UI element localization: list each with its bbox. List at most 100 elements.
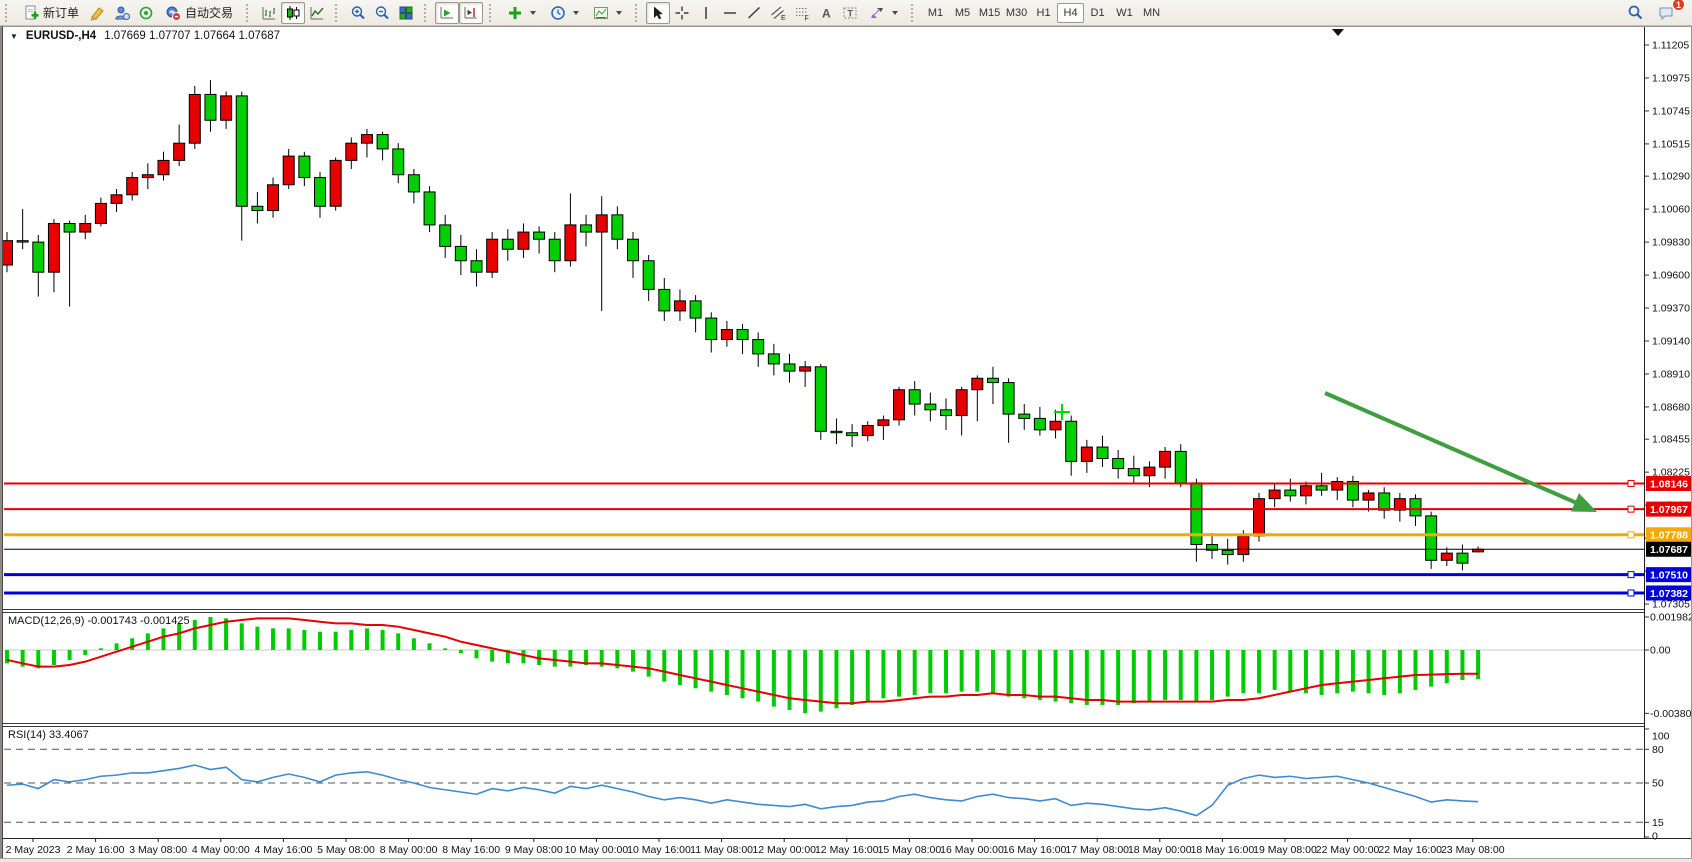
svg-text:1.07967: 1.07967 bbox=[1650, 504, 1688, 516]
vertical-line-icon bbox=[698, 5, 714, 21]
toolbar-group-drawing-tools: E F A T bbox=[633, 0, 909, 26]
cursor-button[interactable] bbox=[646, 2, 670, 24]
chart-ohlc-values: 1.07669 1.07707 1.07664 1.07687 bbox=[104, 30, 280, 42]
svg-text:2 May 16:00: 2 May 16:00 bbox=[67, 844, 125, 856]
text-icon: A bbox=[818, 5, 834, 21]
equidistant-channel-button[interactable]: E bbox=[766, 2, 790, 24]
autotrade-icon bbox=[165, 5, 181, 21]
timeframe-w1-button[interactable]: W1 bbox=[1111, 3, 1138, 23]
svg-text:15: 15 bbox=[1652, 817, 1664, 829]
timeframe-m30-button[interactable]: M30 bbox=[1003, 3, 1030, 23]
panel-separator-rsi[interactable] bbox=[3, 723, 1644, 727]
svg-text:0.001982: 0.001982 bbox=[1650, 611, 1692, 623]
svg-text:1.07510: 1.07510 bbox=[1650, 569, 1688, 581]
crayon-icon bbox=[90, 5, 106, 21]
highlighter-button[interactable] bbox=[86, 2, 110, 24]
news-button[interactable] bbox=[134, 2, 158, 24]
toolbar-group-chart-types bbox=[244, 0, 333, 26]
candlestick-chart-button[interactable] bbox=[281, 2, 305, 24]
fibonacci-button[interactable]: F bbox=[790, 2, 814, 24]
periods-dropdown-arrow[interactable] bbox=[573, 11, 579, 15]
timeframe-h4-button[interactable]: H4 bbox=[1057, 3, 1084, 23]
new-order-button[interactable]: 新订单 bbox=[16, 2, 86, 24]
svg-text:F: F bbox=[805, 15, 809, 21]
toolbar-group-insert bbox=[487, 0, 633, 26]
notifications-button[interactable]: 1 bbox=[1655, 2, 1679, 24]
line-chart-icon bbox=[309, 5, 325, 21]
new-order-icon bbox=[23, 5, 39, 21]
svg-text:50: 50 bbox=[1652, 778, 1664, 790]
svg-text:4 May 16:00: 4 May 16:00 bbox=[255, 844, 313, 856]
clock-icon bbox=[550, 5, 566, 21]
svg-text:3 May 08:00: 3 May 08:00 bbox=[129, 844, 187, 856]
svg-text:E: E bbox=[781, 15, 786, 21]
panel-separator-macd[interactable] bbox=[3, 609, 1644, 613]
auto-scroll-icon bbox=[439, 5, 455, 21]
templates-icon bbox=[593, 5, 609, 21]
svg-text:8 May 16:00: 8 May 16:00 bbox=[442, 844, 500, 856]
svg-text:1.10060: 1.10060 bbox=[1652, 204, 1690, 216]
svg-text:-0.003804: -0.003804 bbox=[1650, 708, 1692, 720]
timeframe-mn-button[interactable]: MN bbox=[1138, 3, 1165, 23]
timeframe-h1-button[interactable]: H1 bbox=[1030, 3, 1057, 23]
vertical-line-button[interactable] bbox=[694, 2, 718, 24]
svg-text:A: A bbox=[822, 6, 831, 20]
new-order-label: 新订单 bbox=[43, 4, 79, 21]
toolbar-group-orders: 新订单 bbox=[3, 0, 244, 26]
chart-title: ▼ EURUSD-,H4 1.07669 1.07707 1.07664 1.0… bbox=[10, 30, 280, 42]
text-label-button[interactable]: T bbox=[838, 2, 862, 24]
timeframe-m1-button[interactable]: M1 bbox=[922, 3, 949, 23]
autotrade-label: 自动交易 bbox=[185, 4, 233, 21]
symbol-dropdown-icon[interactable]: ▼ bbox=[10, 32, 18, 41]
search-button[interactable] bbox=[1623, 2, 1647, 24]
zoom-out-button[interactable] bbox=[370, 2, 394, 24]
window-bottom-border bbox=[0, 858, 1692, 862]
crosshair-button[interactable] bbox=[670, 2, 694, 24]
main-toolbar: 新订单 bbox=[0, 0, 1692, 26]
indicators-dropdown-arrow[interactable] bbox=[530, 11, 536, 15]
svg-text:100: 100 bbox=[1652, 730, 1670, 742]
notification-badge: 1 bbox=[1672, 0, 1685, 11]
svg-text:8 May 00:00: 8 May 00:00 bbox=[380, 844, 438, 856]
svg-text:1.09370: 1.09370 bbox=[1652, 303, 1690, 315]
svg-text:1.11205: 1.11205 bbox=[1652, 40, 1689, 52]
svg-text:0: 0 bbox=[1652, 831, 1658, 843]
svg-text:18 May 16:00: 18 May 16:00 bbox=[1191, 844, 1255, 856]
rsi-indicator-label: RSI(14) 33.4067 bbox=[8, 729, 89, 741]
svg-text:23 May 08:00: 23 May 08:00 bbox=[1441, 844, 1505, 856]
autotrade-button[interactable]: 自动交易 bbox=[158, 2, 240, 24]
candlestick-chart-canvas[interactable]: 1.112051.109751.107451.105151.102901.100… bbox=[0, 0, 1692, 862]
templates-dropdown-arrow[interactable] bbox=[616, 11, 622, 15]
bar-chart-icon bbox=[261, 5, 277, 21]
tile-windows-button[interactable] bbox=[394, 2, 418, 24]
svg-text:T: T bbox=[848, 8, 854, 18]
svg-text:15 May 08:00: 15 May 08:00 bbox=[878, 844, 942, 856]
trendline-button[interactable] bbox=[742, 2, 766, 24]
svg-text:10 May 00:00: 10 May 00:00 bbox=[565, 844, 629, 856]
timeframe-d1-button[interactable]: D1 bbox=[1084, 3, 1111, 23]
periods-button[interactable] bbox=[543, 2, 586, 24]
svg-text:1.09600: 1.09600 bbox=[1652, 270, 1690, 282]
templates-button[interactable] bbox=[586, 2, 629, 24]
window-left-border bbox=[0, 26, 3, 862]
zoom-in-button[interactable] bbox=[346, 2, 370, 24]
mt4-terminal-window: 新订单 bbox=[0, 0, 1692, 862]
arrows-button[interactable] bbox=[862, 2, 905, 24]
timeframe-m5-button[interactable]: M5 bbox=[949, 3, 976, 23]
profile-button[interactable] bbox=[110, 2, 134, 24]
chart-shift-button[interactable] bbox=[459, 2, 483, 24]
auto-scroll-button[interactable] bbox=[435, 2, 459, 24]
horizontal-line-button[interactable] bbox=[718, 2, 742, 24]
line-chart-button[interactable] bbox=[305, 2, 329, 24]
search-icon bbox=[1627, 4, 1644, 21]
bar-chart-button[interactable] bbox=[257, 2, 281, 24]
timeframe-m15-button[interactable]: M15 bbox=[976, 3, 1003, 23]
svg-text:9 May 08:00: 9 May 08:00 bbox=[505, 844, 563, 856]
chart-shift-icon bbox=[463, 5, 479, 21]
channel-icon: E bbox=[770, 5, 786, 21]
indicators-button[interactable] bbox=[500, 2, 543, 24]
text-button[interactable]: A bbox=[814, 2, 838, 24]
trendline-icon bbox=[746, 5, 762, 21]
arrows-dropdown-arrow[interactable] bbox=[892, 11, 898, 15]
svg-text:2 May 2023: 2 May 2023 bbox=[6, 844, 61, 856]
